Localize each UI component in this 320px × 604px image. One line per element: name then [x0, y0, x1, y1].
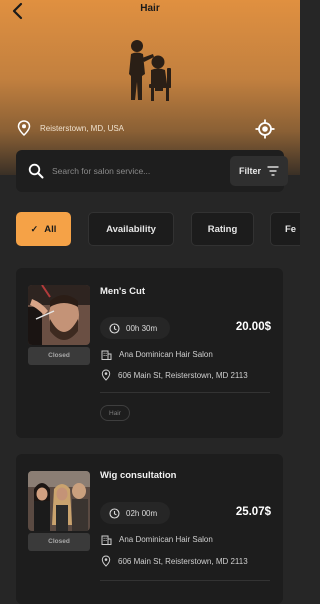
page-title: Hair: [140, 3, 160, 14]
building-icon: [101, 350, 112, 360]
address-text: 606 Main St, Reisterstown, MD 2113: [118, 370, 248, 380]
duration-text: 02h 00m: [126, 508, 158, 518]
search-bar: Filter: [16, 150, 288, 192]
address-text: 606 Main St, Reisterstown, MD 2113: [118, 556, 248, 566]
chip-label: Rating: [207, 223, 238, 235]
status-badge: Closed: [28, 533, 90, 551]
location-pin-icon: [101, 369, 111, 381]
chip-availability[interactable]: Availability: [88, 212, 174, 246]
chip-label: Fe: [285, 223, 297, 235]
location-row[interactable]: Reisterstown, MD, USA: [17, 119, 124, 137]
address-row: 606 Main St, Reisterstown, MD 2113: [101, 554, 271, 568]
chip-rating[interactable]: Rating: [191, 212, 254, 246]
salon-row: Ana Dominican Hair Salon: [101, 532, 271, 546]
location-text: Reisterstown, MD, USA: [40, 123, 125, 133]
service-thumbnail: [28, 285, 90, 345]
location-pin-icon: [101, 555, 111, 567]
chip-label: Availability: [106, 223, 156, 235]
filter-label: Filter: [238, 166, 261, 176]
status-badge: Closed: [28, 347, 90, 365]
my-location-icon[interactable]: [254, 118, 276, 140]
salon-name: Ana Dominican Hair Salon: [119, 349, 213, 359]
duration-chip: 02h 00m: [100, 502, 170, 524]
search-input[interactable]: [52, 161, 222, 181]
divider: [100, 392, 270, 393]
chip-label: All: [44, 223, 57, 235]
building-icon: [101, 535, 112, 545]
clock-icon: [109, 507, 120, 519]
service-card[interactable]: Closed Men's Cut 00h 30m 20.00$ Ana Domi…: [16, 268, 283, 438]
divider: [100, 580, 270, 581]
service-name: Men's Cut: [100, 286, 146, 297]
price: 25.07$: [235, 506, 271, 518]
service-thumbnail: [28, 471, 90, 531]
hairdresser-icon: [129, 40, 171, 101]
chip-fe[interactable]: Fe: [270, 212, 300, 246]
duration-chip: 00h 30m: [100, 317, 170, 339]
salon-row: Ana Dominican Hair Salon: [101, 347, 271, 361]
duration-text: 00h 30m: [126, 323, 158, 333]
price: 20.00$: [235, 321, 271, 333]
check-icon: ✓: [30, 223, 39, 234]
filter-icon: [267, 166, 279, 176]
search-icon: [28, 163, 44, 179]
header-banner: Hair Reisterstown, MD, USA: [0, 0, 300, 175]
category-tag: Hair: [100, 405, 130, 421]
location-pin-icon: [17, 120, 31, 136]
address-row: 606 Main St, Reisterstown, MD 2113: [101, 368, 271, 382]
clock-icon: [109, 322, 120, 334]
filter-chips: ✓ All Availability Rating Fe: [16, 212, 300, 246]
chip-all[interactable]: ✓ All: [16, 212, 71, 246]
salon-name: Ana Dominican Hair Salon: [119, 534, 213, 544]
service-name: Wig consultation: [100, 470, 177, 481]
filter-button[interactable]: Filter: [230, 156, 288, 186]
service-card[interactable]: Closed Wig consultation 02h 00m 25.07$ A…: [16, 454, 283, 604]
